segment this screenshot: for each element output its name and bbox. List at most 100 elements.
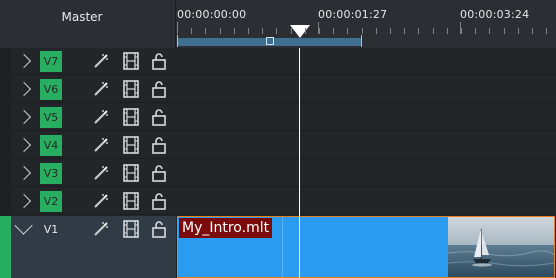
clip-name-label: My_Intro.mlt <box>179 218 273 238</box>
timeline-header: Master 00:00:00:00 00:00:01:27 00:00:03:… <box>0 0 556 48</box>
timeline-clip[interactable]: My_Intro.mlt <box>177 216 555 278</box>
track-header-v7[interactable]: V7 <box>0 48 176 75</box>
ruler-minor-tick <box>347 28 348 34</box>
ruler-minor-tick <box>177 28 178 34</box>
ruler-minor-tick <box>234 28 235 34</box>
ruler-minor-tick <box>276 28 277 34</box>
track-label: V1 <box>43 223 59 236</box>
zone-out-cap[interactable] <box>361 35 362 47</box>
time-ruler[interactable]: 00:00:00:00 00:00:01:27 00:00:03:24 <box>176 0 556 48</box>
track-handle[interactable] <box>0 48 11 74</box>
playhead-line[interactable] <box>299 48 300 278</box>
track-label: V2 <box>40 191 62 212</box>
track-lane-v5[interactable] <box>176 104 556 131</box>
ruler-minor-tick <box>504 28 505 34</box>
track-label: V6 <box>40 79 62 100</box>
track-label: V4 <box>40 135 62 156</box>
track-header-v3[interactable]: V3 <box>0 160 176 187</box>
master-label: Master <box>61 10 103 24</box>
film-strip-icon[interactable] <box>122 136 140 154</box>
track-handle[interactable] <box>0 132 11 158</box>
film-strip-icon[interactable] <box>122 80 140 98</box>
track-handle[interactable] <box>0 216 11 278</box>
ruler-minor-tick <box>546 28 547 34</box>
expand-arrow-icon[interactable] <box>16 109 32 125</box>
playhead-marker[interactable] <box>290 25 310 38</box>
track-handle[interactable] <box>0 188 11 214</box>
ruler-minor-tick <box>433 28 434 34</box>
ruler-timecode-1: 00:00:01:27 <box>318 8 388 21</box>
track-handle[interactable] <box>0 160 11 186</box>
ruler-minor-tick <box>461 28 462 34</box>
expand-arrow-icon[interactable] <box>16 193 32 209</box>
ruler-minor-tick <box>191 28 192 34</box>
ruler-minor-tick <box>262 28 263 34</box>
track-label: V7 <box>40 51 62 72</box>
track-lane-v7[interactable] <box>176 48 556 75</box>
track-headers: V7 V6 V5 V4 V3 V2 V1 <box>0 48 176 278</box>
track-header-v1[interactable]: V1 <box>0 216 176 278</box>
film-strip-icon[interactable] <box>122 108 140 126</box>
film-strip-icon[interactable] <box>122 164 140 182</box>
lock-open-icon[interactable] <box>150 164 168 182</box>
ruler-minor-tick <box>333 28 334 34</box>
track-lane-v4[interactable] <box>176 132 556 159</box>
clip-thumbnail-divider <box>282 217 283 277</box>
effect-wand-icon[interactable] <box>92 80 110 98</box>
zone-in-cap[interactable] <box>177 35 178 47</box>
film-strip-icon[interactable] <box>122 220 140 238</box>
zone-center-handle[interactable] <box>266 37 274 45</box>
ruler-minor-tick <box>205 28 206 34</box>
ruler-minor-tick <box>362 28 363 34</box>
track-header-v2[interactable]: V2 <box>0 188 176 215</box>
effect-wand-icon[interactable] <box>92 136 110 154</box>
collapse-arrow-icon[interactable] <box>14 216 33 235</box>
lock-open-icon[interactable] <box>150 108 168 126</box>
expand-arrow-icon[interactable] <box>16 81 32 97</box>
effect-wand-icon[interactable] <box>92 192 110 210</box>
film-strip-icon[interactable] <box>122 52 140 70</box>
expand-arrow-icon[interactable] <box>16 53 32 69</box>
lock-open-icon[interactable] <box>150 52 168 70</box>
clip-end-thumbnail <box>448 217 554 277</box>
expand-arrow-icon[interactable] <box>16 137 32 153</box>
lock-open-icon[interactable] <box>150 136 168 154</box>
ruler-minor-tick <box>305 28 306 34</box>
ruler-minor-tick <box>447 28 448 34</box>
track-lane-v3[interactable] <box>176 160 556 187</box>
ruler-minor-tick <box>475 28 476 34</box>
ruler-minor-tick <box>518 28 519 34</box>
track-lane-v6[interactable] <box>176 76 556 103</box>
track-header-v5[interactable]: V5 <box>0 104 176 131</box>
ruler-minor-tick <box>532 28 533 34</box>
ruler-minor-tick <box>291 28 292 34</box>
timeline-tracks-area[interactable]: My_Intro.mlt <box>176 48 556 278</box>
effect-wand-icon[interactable] <box>92 164 110 182</box>
ruler-minor-tick <box>319 28 320 34</box>
lock-open-icon[interactable] <box>150 220 168 238</box>
ruler-minor-tick <box>489 28 490 34</box>
track-lane-v2[interactable] <box>176 188 556 215</box>
zone-bar[interactable] <box>177 35 362 47</box>
track-header-v4[interactable]: V4 <box>0 132 176 159</box>
effect-wand-icon[interactable] <box>92 108 110 126</box>
sailboat-thumbnail-icon <box>448 217 554 277</box>
lock-open-icon[interactable] <box>150 192 168 210</box>
effect-wand-icon[interactable] <box>92 52 110 70</box>
track-handle[interactable] <box>0 104 11 130</box>
track-label: V3 <box>40 163 62 184</box>
ruler-minor-tick <box>220 28 221 34</box>
ruler-minor-tick <box>404 28 405 34</box>
track-label: V5 <box>40 107 62 128</box>
track-handle[interactable] <box>0 76 11 102</box>
lock-open-icon[interactable] <box>150 80 168 98</box>
track-header-v6[interactable]: V6 <box>0 76 176 103</box>
effect-wand-icon[interactable] <box>92 220 110 238</box>
ruler-minor-tick <box>390 28 391 34</box>
expand-arrow-icon[interactable] <box>16 165 32 181</box>
ruler-timecode-2: 00:00:03:24 <box>460 8 530 21</box>
master-header[interactable]: Master <box>0 0 176 48</box>
ruler-minor-tick <box>418 28 419 34</box>
film-strip-icon[interactable] <box>122 192 140 210</box>
ruler-timecode-0: 00:00:00:00 <box>177 8 247 21</box>
